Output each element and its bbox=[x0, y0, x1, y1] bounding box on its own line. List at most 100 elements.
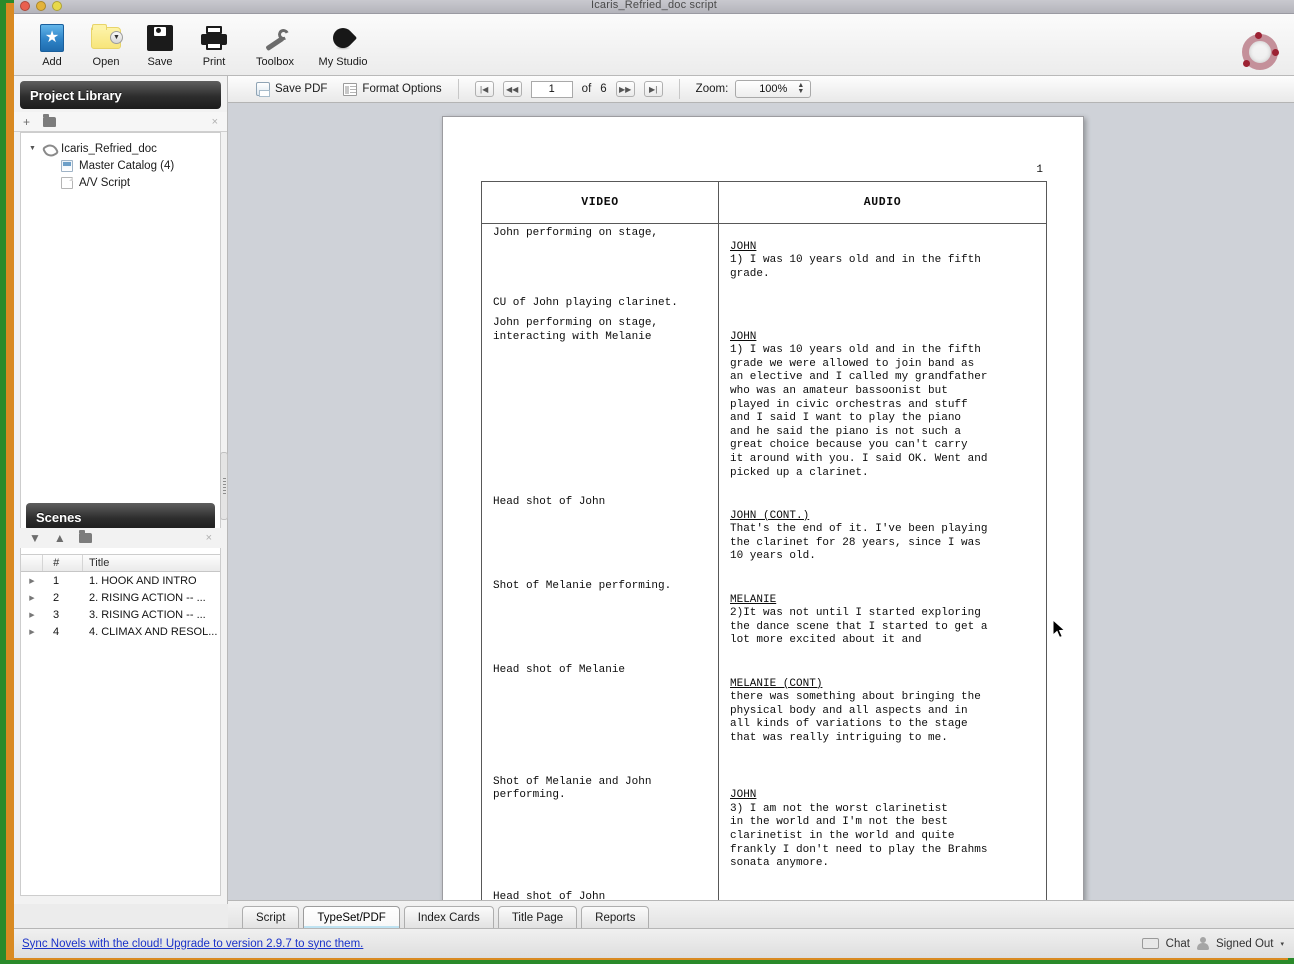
scene-row[interactable]: ▶ 3 3. RISING ACTION -- ... bbox=[21, 606, 220, 623]
video-cell: John performing on stage, interacting wi… bbox=[482, 314, 719, 483]
scene-number: 4 bbox=[43, 626, 83, 638]
disclosure-triangle-icon[interactable]: ▶ bbox=[21, 594, 43, 602]
page-icon bbox=[61, 177, 73, 189]
new-folder-icon[interactable] bbox=[43, 117, 56, 127]
project-library-header: Project Library bbox=[20, 81, 221, 109]
scene-title: 3. RISING ACTION -- ... bbox=[83, 609, 220, 621]
scene-title: 1. HOOK AND INTRO bbox=[83, 575, 220, 587]
av-script-table: VIDEO AUDIO John performing on stage, JO… bbox=[481, 181, 1047, 904]
tab-typeset-pdf[interactable]: TypeSet/PDF bbox=[303, 906, 399, 928]
table-row: Shot of Melanie performing. MELANIE2)It … bbox=[482, 577, 1047, 651]
audio-text: 3) I am not the worst clarinetist in the… bbox=[730, 803, 987, 869]
zoom-select[interactable]: 100% ▲▼ bbox=[735, 80, 811, 98]
page-navigation: |◀ ◀◀ 1 of 6 ▶▶ ▶| bbox=[475, 81, 663, 98]
cards-icon[interactable] bbox=[79, 533, 92, 543]
open-folder-icon: ▼ bbox=[91, 21, 121, 55]
next-page-button[interactable]: ▶▶ bbox=[616, 81, 635, 97]
tab-title-page[interactable]: Title Page bbox=[498, 906, 577, 928]
account-status-label[interactable]: Signed Out bbox=[1216, 938, 1274, 950]
disclosure-triangle-icon[interactable]: ▶ bbox=[21, 611, 43, 619]
move-down-button[interactable]: ▼ bbox=[29, 531, 41, 545]
last-page-button[interactable]: ▶| bbox=[644, 81, 663, 97]
title-bar: Icaris_Refried_doc script bbox=[14, 0, 1294, 14]
scenes-table-header: # Title bbox=[21, 555, 220, 572]
format-options-button[interactable]: Format Options bbox=[343, 83, 441, 96]
speaker-cue: JOHN bbox=[730, 241, 1037, 255]
scene-row[interactable]: ▶ 2 2. RISING ACTION -- ... bbox=[21, 589, 220, 606]
scenes-column-number: # bbox=[43, 555, 83, 571]
scene-number: 1 bbox=[43, 575, 83, 587]
close-scenes-button[interactable]: × bbox=[206, 532, 212, 544]
main-toolbar: ★ Add ▼ Open Save Print bbox=[14, 14, 1294, 76]
disclosure-triangle-icon[interactable]: ▶ bbox=[21, 628, 43, 636]
chat-icon[interactable] bbox=[1142, 938, 1159, 949]
disclosure-triangle-icon[interactable]: ▶ bbox=[21, 577, 43, 585]
zoom-label: Zoom: bbox=[696, 83, 729, 95]
scene-title: 2. RISING ACTION -- ... bbox=[83, 592, 220, 604]
chat-label[interactable]: Chat bbox=[1166, 938, 1190, 950]
audio-text: 1) I was 10 years old and in the fifth g… bbox=[730, 254, 981, 280]
pdf-page: 1 VIDEO AUDIO John performing on stage, … bbox=[442, 116, 1084, 904]
user-avatar-icon bbox=[1197, 937, 1209, 950]
scenes-column-title: Title bbox=[83, 555, 220, 571]
pdf-viewer[interactable]: 1 VIDEO AUDIO John performing on stage, … bbox=[228, 103, 1294, 904]
scene-row[interactable]: ▶ 4 4. CLIMAX AND RESOL... bbox=[21, 623, 220, 640]
toolbar-button-toolbox[interactable]: Toolbox bbox=[242, 19, 308, 68]
clip-icon bbox=[43, 143, 55, 155]
tree-item-master-catalog[interactable]: Master Catalog (4) bbox=[21, 157, 220, 174]
table-spacer-row bbox=[482, 749, 1047, 773]
tree-item-label: Icaris_Refried_doc bbox=[61, 143, 157, 155]
move-up-button[interactable]: ▲ bbox=[54, 531, 66, 545]
disclosure-triangle-icon[interactable]: ▼ bbox=[29, 145, 36, 152]
toolbar-button-open[interactable]: ▼ Open bbox=[80, 19, 132, 68]
scenes-mini-toolbar: ▼ ▲ × bbox=[20, 528, 221, 548]
pdf-toolbar: Save PDF Format Options |◀ ◀◀ 1 of 6 ▶▶ … bbox=[228, 76, 1294, 103]
chevron-down-icon[interactable]: ▼ bbox=[110, 31, 123, 44]
audio-text: there was something about bringing the p… bbox=[730, 691, 981, 744]
delete-item-button[interactable]: × bbox=[212, 116, 218, 128]
project-library-tree: ▼ Icaris_Refried_doc Master Catalog (4) … bbox=[20, 132, 221, 557]
format-options-label: Format Options bbox=[362, 83, 441, 95]
add-item-button[interactable]: + bbox=[23, 115, 30, 129]
toolbar-label-print: Print bbox=[203, 56, 226, 68]
video-cell: Head shot of John bbox=[482, 493, 719, 567]
table-spacer-row bbox=[482, 651, 1047, 661]
video-cell: Shot of Melanie and John performing. bbox=[482, 773, 719, 874]
previous-page-button[interactable]: ◀◀ bbox=[503, 81, 522, 97]
tree-item-av-script[interactable]: A/V Script bbox=[21, 174, 220, 191]
save-pdf-button[interactable]: Save PDF bbox=[256, 82, 327, 96]
toolbar-label-my-studio: My Studio bbox=[319, 56, 368, 68]
sync-upgrade-link[interactable]: Sync Novels with the cloud! Upgrade to v… bbox=[22, 938, 363, 950]
toolbar-button-my-studio[interactable]: My Studio bbox=[310, 19, 376, 68]
scenes-title: Scenes bbox=[36, 510, 82, 525]
page-count-label: 6 bbox=[600, 83, 606, 95]
table-spacer-row bbox=[482, 874, 1047, 888]
speaker-cue: JOHN (CONT.) bbox=[730, 510, 1037, 524]
page-number-input[interactable]: 1 bbox=[531, 81, 573, 98]
column-header-video: VIDEO bbox=[482, 182, 719, 224]
first-page-button[interactable]: |◀ bbox=[475, 81, 494, 97]
sidebar-resize-handle[interactable] bbox=[220, 452, 228, 520]
page-of-label: of bbox=[582, 83, 592, 95]
save-pdf-icon bbox=[256, 82, 270, 96]
table-spacer-row bbox=[482, 483, 1047, 493]
audio-cell: JOHN (CONT.)That's the end of it. I've b… bbox=[719, 493, 1047, 567]
table-spacer-row bbox=[482, 567, 1047, 577]
speaker-cue: MELANIE (CONT) bbox=[730, 678, 1037, 692]
toolbar-button-add[interactable]: ★ Add bbox=[26, 19, 78, 68]
tab-script[interactable]: Script bbox=[242, 906, 299, 928]
tree-item-label: A/V Script bbox=[79, 177, 130, 189]
table-row: Head shot of John JOHN (CONT.)That's the… bbox=[482, 493, 1047, 567]
table-row: John performing on stage, JOHN1) I was 1… bbox=[482, 224, 1047, 285]
tree-item-project[interactable]: ▼ Icaris_Refried_doc bbox=[21, 140, 220, 157]
page-number-label: 1 bbox=[1036, 164, 1043, 176]
scene-row[interactable]: ▶ 1 1. HOOK AND INTRO bbox=[21, 572, 220, 589]
scenes-header: Scenes bbox=[26, 503, 215, 531]
speaker-cue: JOHN bbox=[730, 331, 1037, 345]
toolbar-label-toolbox: Toolbox bbox=[256, 56, 294, 68]
chevron-down-icon[interactable]: ▾ bbox=[1280, 940, 1284, 948]
toolbar-button-save[interactable]: Save bbox=[134, 19, 186, 68]
tab-reports[interactable]: Reports bbox=[581, 906, 649, 928]
toolbar-button-print[interactable]: Print bbox=[188, 19, 240, 68]
tab-index-cards[interactable]: Index Cards bbox=[404, 906, 494, 928]
